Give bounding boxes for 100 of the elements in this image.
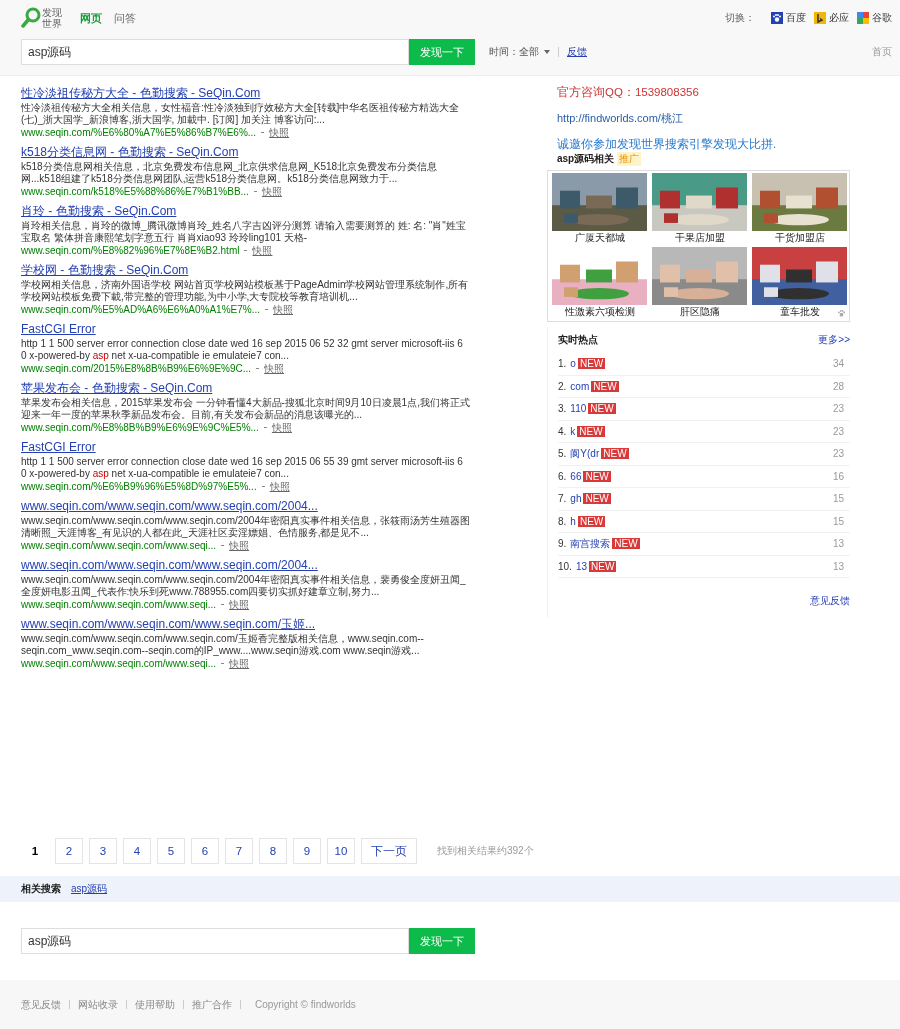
b-letter-icon[interactable] [814,12,826,24]
result-url: www.seqin.com/k518%E5%88%86%E7%B1%BB... [21,185,249,198]
hot-count: 23 [832,403,844,415]
hot-term-link[interactable]: k [570,425,576,437]
related-label: 相关搜索 [21,882,61,896]
rank-number: 9. [558,538,567,550]
page-button[interactable]: 10 [327,838,355,864]
nav-tab[interactable]: 问答 [114,10,136,26]
page-button[interactable]: 8 [259,838,287,864]
new-badge: NEW [577,515,606,527]
hot-term-link[interactable]: gh [570,493,582,505]
page-button[interactable]: 7 [225,838,253,864]
engine-link[interactable]: 百度 [786,11,806,25]
search-field[interactable]: asp源码 [21,39,409,65]
new-badge: NEW [612,538,640,550]
result-url: www.seqin.com/%E6%B9%96%E5%8D%97%E5%... [21,480,257,493]
new-badge: NEW [588,403,616,415]
hot-count: 23 [832,425,844,437]
hot-term-link[interactable]: h [570,515,576,527]
footer-link[interactable]: 网站收录 [78,997,118,1012]
result-title-link[interactable]: www.seqin.com/www.seqin.com/www.seqin.com/2004... [21,499,471,514]
cache-link[interactable]: 快照 [229,657,250,670]
invite-link[interactable]: 诚邀你参加发现世界搜索引擎发现大比拼. [557,137,849,152]
new-badge: NEW [583,493,611,505]
ad-caption-link[interactable]: 干货加盟店 [774,231,825,245]
hot-count: 34 [832,358,844,370]
page-button[interactable]: 9 [293,838,321,864]
engine-link[interactable]: 必应 [829,11,849,25]
footer-link[interactable]: 使用帮助 [135,997,175,1012]
result-title-link[interactable]: www.seqin.com/www.seqin.com/www.seqin.com/玉姬... [21,617,471,632]
cache-link[interactable]: 快照 [229,539,250,552]
page-button[interactable]: 3 [89,838,117,864]
result-title-link[interactable]: www.seqin.com/www.seqin.com/www.seqin.com/2004... [21,558,471,573]
footer-link[interactable]: 意见反馈 [21,997,61,1012]
next-page-button[interactable]: 下一页 [361,838,417,864]
result-snippet: www.seqin.com/www.seqin.com/www.seqin.com/2004年密阳真实事件相关信息，裴勇俊全度妍丑闻_全度妍电影丑闻_代表作:快乐到死www.788955.com四要切实抓好建章立制,努力... [21,574,467,598]
result-title-link[interactable]: 性冷淡祖传秘方大全 - 色勤搜索 - SeQin.Com [21,86,471,101]
rank-number: 3. [558,403,567,415]
result-url: www.seqin.com/www.seqin.com/www.seqi... [21,539,217,552]
hot-term-link[interactable]: com [570,380,590,392]
result-snippet: www.seqin.com/www.seqin.com/www.seqin.com/玉姬香完整版相关信息，www.seqin.com--seqin.com_www.seqin.com--seqin.com的IP_www....www.seqin游戏.com www.seqin游戏... [21,633,425,657]
result-title-link[interactable]: 肖玲 - 色勤搜索 - SeQin.Com [21,204,471,219]
related-link[interactable]: asp源码 [71,882,108,896]
result-snippet: 学校网相关信息，济南外国语学校 网站首页学校网站模板基于PageAdmin学校网站管理系统制作,所有学校网站模板免费下載,带完整的管理功能,为中小学,大专院校等教育培训机... [21,279,470,303]
result-url: www.seqin.com/www.seqin.com/www.seqi... [21,657,217,670]
result-title-link[interactable]: FastCGI Error [21,440,471,455]
caret-icon[interactable] [544,50,550,54]
result-snippet: www.seqin.com/www.seqin.com/www.seqin.com/2004年密阳真实事件相关信息，张筱雨汤芳生殖器图清晰照_天涯博客_有见识的人都在此_天涯社区卖淫嫖娼、色情服务,都是见不... [21,515,471,539]
qq-contact-text: 官方咨询QQ：1539808356 [557,85,700,100]
engine-link[interactable]: 谷歌 [872,11,892,25]
new-badge: NEW [583,470,611,482]
cache-link[interactable]: 快照 [273,303,293,316]
ad-caption-link[interactable]: 广厦天都城 [574,231,625,245]
result-snippet: 肖玲相关信息，肖玲的微博_腾讯微博肖玲_姓名八字吉凶评分测算 请输入需要测算的 姓: 名: "肖"姓宝宝取名 繁体拼音康熙笔划字意五行 肖肖xiao93 玲玲ling101 天格- [21,220,467,244]
site-link[interactable]: http://findworlds.com/桃江 [557,111,849,126]
result-url: www.seqin.com/www.seqin.com/www.seqi... [21,598,217,611]
ad-caption-link[interactable]: 性激素六项检测 [564,305,635,319]
rank-number: 2. [558,380,567,392]
hot-term-link[interactable]: 阆Y(dr [570,446,600,461]
result-snippet: http 1 1 500 server error connection close date wed 16 sep 2015 06 55 39 gmt server microsoft-iis 6 0 x-powered-by asp net x-ua-compatible ie emulateie7 con... [21,456,464,480]
result-url: www.seqin.com/2015%E8%8B%B9%E6%9E%9C... [21,362,252,375]
cache-link[interactable]: 快照 [229,598,250,611]
cache-link[interactable]: 快照 [252,244,273,257]
result-url: www.seqin.com/%E8%82%96%E7%8E%B2.html [21,244,240,257]
new-badge: NEW [589,560,617,572]
promo-badge: 推广 [617,152,642,166]
paw-icon[interactable] [771,12,783,24]
cache-link[interactable]: 快照 [269,480,290,493]
feedback-link[interactable]: 意见反馈 [810,594,850,608]
hot-term-link[interactable]: 13 [575,560,588,572]
hot-term-link[interactable]: 66 [570,470,582,482]
hot-term-link[interactable]: 南宫搜索 [570,536,611,551]
more-link[interactable]: 更多>> [818,333,850,347]
ad-caption-link[interactable]: 童车批发 [779,305,820,319]
result-url: www.seqin.com/%E6%80%A7%E5%86%B7%E6%... [21,126,257,139]
cache-link[interactable]: 快照 [271,421,292,434]
page-button[interactable]: 6 [191,838,219,864]
ads-title: asp源码相关 [557,152,615,166]
page-button[interactable]: 2 [55,838,83,864]
page-button[interactable]: 5 [157,838,185,864]
page-button[interactable]: 4 [123,838,151,864]
feedback-link[interactable]: 反馈 [567,45,587,59]
hot-title: 实时热点 [558,333,598,347]
time-filter[interactable]: 时间：全部 [489,45,539,59]
cache-link[interactable]: 快照 [269,126,290,139]
cache-link[interactable]: 快照 [264,362,285,375]
new-badge: NEW [577,358,606,370]
ad-caption-link[interactable]: 肝区隐痛 [679,305,720,319]
ad-caption-link[interactable]: 干果店加盟 [674,231,725,245]
result-url: www.seqin.com/%E5%AD%A6%E6%A0%A1%E7%... [21,303,260,316]
hot-term-link[interactable]: o [570,358,576,370]
result-title-link[interactable]: 学校网 - 色勤搜索 - SeQin.Com [21,263,471,278]
colored-squares-icon[interactable] [857,12,869,24]
hot-term-link[interactable]: 110 [570,403,587,415]
footer-link[interactable]: 推广合作 [192,997,232,1012]
search-field[interactable]: asp源码 [21,928,409,954]
result-title-link[interactable]: 苹果发布会 - 色勤搜索 - SeQin.Com [21,381,471,396]
result-title-link[interactable]: FastCGI Error [21,322,471,337]
result-title-link[interactable]: k518分类信息网 - 色勤搜索 - SeQin.Com [21,145,471,160]
cache-link[interactable]: 快照 [261,185,282,198]
